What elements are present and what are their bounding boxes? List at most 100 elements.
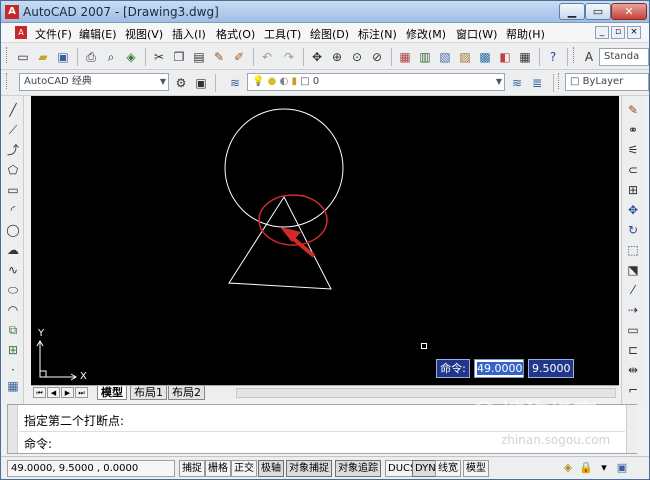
spline-icon[interactable]: ∿ — [5, 262, 21, 278]
snap-toggle[interactable]: 捕捉 — [179, 460, 205, 477]
toolbar-grip[interactable] — [6, 73, 9, 89]
print-icon[interactable]: ⎙ — [83, 49, 99, 65]
break-icon[interactable]: ⊏ — [625, 342, 641, 358]
copy-icon[interactable]: ❐ — [171, 49, 187, 65]
dbconnect-icon[interactable]: ◧ — [497, 49, 513, 65]
scale-icon[interactable]: ⬚ — [625, 242, 641, 258]
layer-previous-icon[interactable]: ≣ — [529, 75, 545, 91]
grid-toggle[interactable]: 栅格 — [205, 460, 231, 477]
erase-icon[interactable]: ✎ — [625, 102, 641, 118]
layer-combo[interactable]: 💡 ● ◐ ▮ □ 0 ▼ — [247, 73, 505, 91]
next-tab-button[interactable]: ▶ — [61, 387, 74, 398]
polyline-icon[interactable]: ⤴ — [5, 142, 21, 158]
menu-view[interactable]: 视图(V) — [125, 26, 163, 42]
menu-dimension[interactable]: 标注(N) — [358, 26, 397, 42]
first-tab-button[interactable]: ⏮ — [33, 387, 46, 398]
text-style-icon[interactable]: A — [581, 49, 597, 65]
menu-modify[interactable]: 修改(M) — [406, 26, 446, 42]
layer-manager-icon[interactable]: ≋ — [227, 75, 243, 91]
clean-screen-icon[interactable]: ▣ — [615, 461, 629, 475]
status-menu-arrow-icon[interactable]: ▾ — [597, 461, 611, 475]
toolbar-grip[interactable] — [6, 47, 9, 63]
extend-icon[interactable]: ⇢ — [625, 302, 641, 318]
doc-close-button[interactable]: × — [627, 26, 641, 39]
undo-icon[interactable]: ↶ — [259, 49, 275, 65]
minimize-button[interactable]: ▁ — [559, 3, 585, 20]
model-paper-toggle[interactable]: 模型 — [463, 460, 489, 477]
dynamic-input-y-field[interactable]: 9.5000 — [528, 359, 574, 378]
save-icon[interactable]: ▣ — [55, 49, 71, 65]
paste-icon[interactable]: ▤ — [191, 49, 207, 65]
block-editor-icon[interactable]: ✐ — [231, 49, 247, 65]
design-center-icon[interactable]: ▥ — [417, 49, 433, 65]
menu-tools[interactable]: 工具(T) — [264, 26, 301, 42]
zoom-window-icon[interactable]: ⊙ — [349, 49, 365, 65]
point-icon[interactable]: · — [5, 362, 21, 378]
stretch-icon[interactable]: ⬔ — [625, 262, 641, 278]
save-workspace-icon[interactable]: ▣ — [193, 75, 209, 91]
ortho-toggle[interactable]: 正交 — [231, 460, 257, 477]
revision-cloud-icon[interactable]: ☁ — [5, 242, 21, 258]
tab-layout2[interactable]: 布局2 — [168, 386, 205, 400]
doc-minimize-button[interactable]: _ — [595, 26, 609, 39]
sheet-set-icon[interactable]: ▨ — [457, 49, 473, 65]
lineweight-toggle[interactable]: 线宽 — [435, 460, 461, 477]
object-snap-toggle[interactable]: 对象捕捉 — [286, 460, 332, 477]
toolbar-grip-properties[interactable] — [558, 73, 561, 89]
tab-layout1[interactable]: 布局1 — [130, 386, 167, 400]
zoom-realtime-icon[interactable]: ⊕ — [329, 49, 345, 65]
menu-insert[interactable]: 插入(I) — [172, 26, 206, 42]
workspace-settings-icon[interactable]: ⚙ — [173, 75, 189, 91]
circle-icon[interactable]: ◯ — [5, 222, 21, 238]
menu-draw[interactable]: 绘图(D) — [310, 26, 349, 42]
command-window-grip[interactable] — [8, 405, 18, 453]
calculator-icon[interactable]: ▦ — [517, 49, 533, 65]
doc-restore-button[interactable]: ▫ — [611, 26, 625, 39]
copy-object-icon[interactable]: ⚭ — [625, 122, 641, 138]
ellipse-arc-icon[interactable]: ◠ — [5, 302, 21, 318]
polar-toggle[interactable]: 极轴 — [258, 460, 284, 477]
new-file-icon[interactable]: ▭ — [15, 49, 31, 65]
markup-icon[interactable]: ▩ — [477, 49, 493, 65]
document-icon[interactable]: A — [15, 26, 27, 39]
construction-line-icon[interactable]: ⟋ — [5, 122, 21, 138]
ellipse-icon[interactable]: ⬭ — [5, 282, 21, 298]
menu-format[interactable]: 格式(O) — [216, 26, 255, 42]
break-at-point-icon[interactable]: ▭ — [625, 322, 641, 338]
close-button[interactable]: ✕ — [611, 3, 647, 20]
arc-icon[interactable]: ◜ — [5, 202, 21, 218]
help-icon[interactable]: ? — [545, 49, 561, 65]
menu-edit[interactable]: 编辑(E) — [79, 26, 117, 42]
coordinate-display[interactable]: 49.0000, 9.5000 , 0.0000 — [7, 460, 175, 477]
workspace-combo[interactable]: AutoCAD 经典 ▼ — [19, 73, 169, 91]
rectangle-icon[interactable]: ▭ — [5, 182, 21, 198]
offset-icon[interactable]: ⊂ — [625, 162, 641, 178]
cut-icon[interactable]: ✂ — [151, 49, 167, 65]
menu-file[interactable]: 文件(F) — [35, 26, 72, 42]
command-prompt[interactable]: 命令: — [24, 435, 52, 452]
make-block-icon[interactable]: ⊞ — [5, 342, 21, 358]
make-layer-current-icon[interactable]: ≋ — [509, 75, 525, 91]
mirror-icon[interactable]: ⚟ — [625, 142, 641, 158]
dynamic-input-x-field[interactable]: 49.0000 — [474, 359, 524, 378]
lock-icon[interactable]: 🔒 — [579, 461, 593, 475]
pan-realtime-icon[interactable]: ✥ — [309, 49, 325, 65]
match-properties-icon[interactable]: ✎ — [211, 49, 227, 65]
join-icon[interactable]: ⇹ — [625, 362, 641, 378]
prev-tab-button[interactable]: ◀ — [47, 387, 60, 398]
rotate-icon[interactable]: ↻ — [625, 222, 641, 238]
array-icon[interactable]: ⊞ — [625, 182, 641, 198]
properties-icon[interactable]: ▦ — [397, 49, 413, 65]
publish-icon[interactable]: ◈ — [123, 49, 139, 65]
tool-palettes-icon[interactable]: ▧ — [437, 49, 453, 65]
drawing-canvas[interactable]: Y X 命令: 49.0000 9.5000 — [31, 96, 619, 385]
tab-model[interactable]: 模型 — [97, 386, 127, 400]
communication-center-icon[interactable]: ◈ — [561, 461, 575, 475]
line-icon[interactable]: ╱ — [5, 102, 21, 118]
autocad-app-icon[interactable]: A — [5, 5, 19, 19]
polygon-icon[interactable]: ⬠ — [5, 162, 21, 178]
hatch-icon[interactable]: ▦ — [5, 378, 21, 394]
zoom-previous-icon[interactable]: ⊘ — [369, 49, 385, 65]
text-style-combo[interactable]: Standa — [599, 48, 649, 66]
trim-icon[interactable]: ⁄ — [625, 282, 641, 298]
